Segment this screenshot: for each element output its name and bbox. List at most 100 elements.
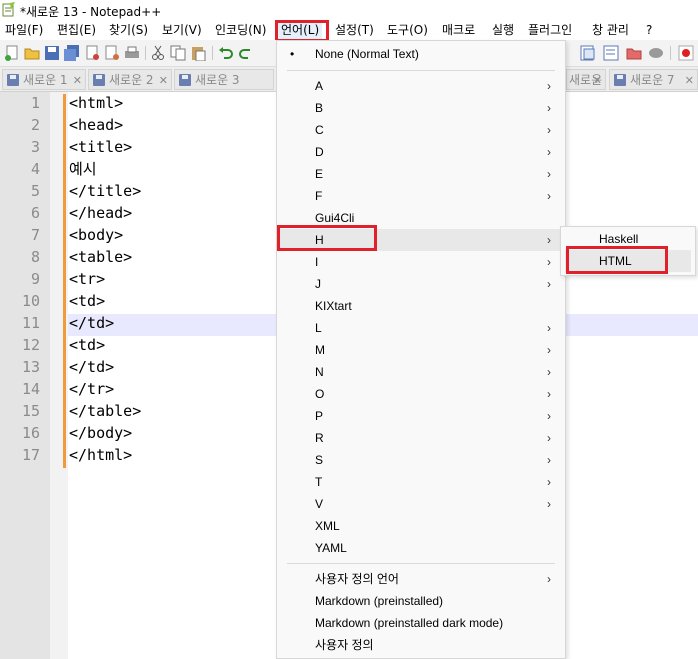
- save-all-icon[interactable]: [64, 45, 80, 61]
- menu-file[interactable]: 파일(F): [2, 20, 46, 40]
- menu-item-none-normal-text[interactable]: • None (Normal Text): [277, 43, 565, 65]
- submenu-item-html[interactable]: HTML: [565, 250, 691, 272]
- paste-icon[interactable]: [190, 45, 206, 61]
- cut-icon[interactable]: [150, 45, 166, 61]
- menu-item-markdown-preinstalled[interactable]: Markdown (preinstalled): [277, 590, 565, 612]
- menu-item-xml[interactable]: XML: [277, 515, 565, 537]
- menu-item-v[interactable]: V ›: [277, 493, 565, 515]
- menu-window[interactable]: 창 관리: [589, 20, 632, 40]
- code-line[interactable]: </td>: [69, 356, 114, 378]
- menu-item-h[interactable]: H ›: [277, 229, 565, 251]
- menu-item-n[interactable]: N ›: [277, 361, 565, 383]
- menu-settings[interactable]: 설정(T): [332, 20, 377, 40]
- menu-item-user-defined-language[interactable]: 사용자 정의 언어 ›: [277, 568, 565, 590]
- code-line[interactable]: </title>: [69, 180, 141, 202]
- menu-item-markdown-dark[interactable]: Markdown (preinstalled dark mode): [277, 612, 565, 634]
- code-line[interactable]: <body>: [69, 224, 123, 246]
- code-line[interactable]: </html>: [69, 444, 132, 466]
- function-list-icon[interactable]: [580, 45, 596, 61]
- menu-item-a[interactable]: A ›: [277, 75, 565, 97]
- menu-item-o[interactable]: O ›: [277, 383, 565, 405]
- menu-item-b[interactable]: B ›: [277, 97, 565, 119]
- menu-help[interactable]: ?: [643, 20, 655, 40]
- copy-icon[interactable]: [170, 45, 186, 61]
- tab-close-icon[interactable]: ✕: [73, 70, 82, 89]
- code-line[interactable]: <td>: [69, 290, 105, 312]
- menu-tools[interactable]: 도구(O): [384, 20, 431, 40]
- menu-item-p[interactable]: P ›: [277, 405, 565, 427]
- menu-item-label: R: [315, 431, 324, 445]
- menu-item-yaml[interactable]: YAML: [277, 537, 565, 559]
- menu-item-r[interactable]: R ›: [277, 427, 565, 449]
- menu-item-label: A: [315, 79, 324, 93]
- unsaved-disk-icon: [614, 74, 626, 86]
- record-macro-icon[interactable]: [678, 45, 694, 61]
- submenu-item-haskell[interactable]: Haskell: [565, 228, 691, 250]
- menu-item-label: YAML: [315, 541, 347, 555]
- code-line[interactable]: <tr>: [69, 268, 105, 290]
- undo-icon[interactable]: [218, 45, 234, 61]
- tab-close-icon[interactable]: ✕: [685, 70, 694, 89]
- menu-edit[interactable]: 편집(E): [54, 20, 99, 40]
- menu-run[interactable]: 실행: [489, 20, 517, 40]
- line-number: 15: [21, 402, 40, 420]
- menu-macro[interactable]: 매크로: [439, 20, 478, 40]
- submenu-arrow-icon: ›: [547, 453, 551, 467]
- menu-item-t[interactable]: T ›: [277, 471, 565, 493]
- code-line[interactable]: <title>: [69, 136, 132, 158]
- code-line[interactable]: </table>: [69, 400, 141, 422]
- menu-item-label: L: [315, 321, 322, 335]
- menu-item-j[interactable]: J ›: [277, 273, 565, 295]
- menu-item-e[interactable]: E ›: [277, 163, 565, 185]
- menu-language[interactable]: 언어(L): [278, 20, 323, 40]
- submenu-arrow-icon: ›: [547, 387, 551, 401]
- monitor-icon[interactable]: [648, 45, 664, 61]
- menu-item-user-defined[interactable]: 사용자 정의: [277, 634, 565, 656]
- folder-workspace-icon[interactable]: [626, 45, 642, 61]
- code-line[interactable]: <table>: [69, 246, 132, 268]
- tab-close-icon[interactable]: ✕: [593, 70, 602, 89]
- document-map-icon[interactable]: [603, 45, 619, 61]
- menu-plugins[interactable]: 플러그인: [525, 20, 575, 40]
- tab-new-6[interactable]: 새로운 6 ✕: [566, 69, 606, 90]
- code-line[interactable]: 예시: [69, 158, 97, 180]
- code-line[interactable]: <td>: [69, 334, 105, 356]
- submenu-arrow-icon: ›: [547, 123, 551, 137]
- redo-icon[interactable]: [238, 45, 254, 61]
- menu-item-label: N: [315, 365, 324, 379]
- submenu-arrow-icon: ›: [547, 475, 551, 489]
- close-all-icon[interactable]: [104, 45, 120, 61]
- menu-item-kixtart[interactable]: KIXtart: [277, 295, 565, 317]
- tab-close-icon[interactable]: ✕: [159, 70, 168, 89]
- menu-item-f[interactable]: F ›: [277, 185, 565, 207]
- line-number: 13: [21, 358, 40, 376]
- menu-item-gui4cli[interactable]: Gui4Cli: [277, 207, 565, 229]
- save-icon[interactable]: [44, 45, 60, 61]
- menu-item-i[interactable]: I ›: [277, 251, 565, 273]
- menu-encoding[interactable]: 인코딩(N): [212, 20, 269, 40]
- tab-new-1[interactable]: 새로운 1 ✕: [2, 69, 86, 90]
- print-icon[interactable]: [124, 45, 140, 61]
- code-line[interactable]: <head>: [69, 114, 123, 136]
- menu-item-d[interactable]: D ›: [277, 141, 565, 163]
- line-number: 12: [21, 336, 40, 354]
- code-line[interactable]: </tr>: [69, 378, 114, 400]
- menu-item-m[interactable]: M ›: [277, 339, 565, 361]
- menu-view[interactable]: 보기(V): [159, 20, 205, 40]
- new-file-icon[interactable]: [4, 45, 20, 61]
- code-line[interactable]: </head>: [69, 202, 132, 224]
- open-file-icon[interactable]: [24, 45, 40, 61]
- code-line[interactable]: <html>: [69, 92, 123, 114]
- menu-search[interactable]: 찾기(S): [106, 20, 151, 40]
- tab-new-2[interactable]: 새로운 2 ✕: [88, 69, 172, 90]
- code-line[interactable]: </body>: [69, 422, 132, 444]
- tab-new-7[interactable]: 새로운 7 ✕: [609, 69, 698, 90]
- close-file-icon[interactable]: [84, 45, 100, 61]
- tab-new-3[interactable]: 새로운 3: [174, 69, 274, 90]
- menu-item-s[interactable]: S ›: [277, 449, 565, 471]
- menu-item-c[interactable]: C ›: [277, 119, 565, 141]
- menu-item-l[interactable]: L ›: [277, 317, 565, 339]
- menu-bar: 파일(F) 편집(E) 찾기(S) 보기(V) 인코딩(N) 언어(L) 설정(…: [0, 20, 698, 40]
- menu-item-label: C: [315, 123, 324, 137]
- code-line[interactable]: </td>: [69, 312, 114, 334]
